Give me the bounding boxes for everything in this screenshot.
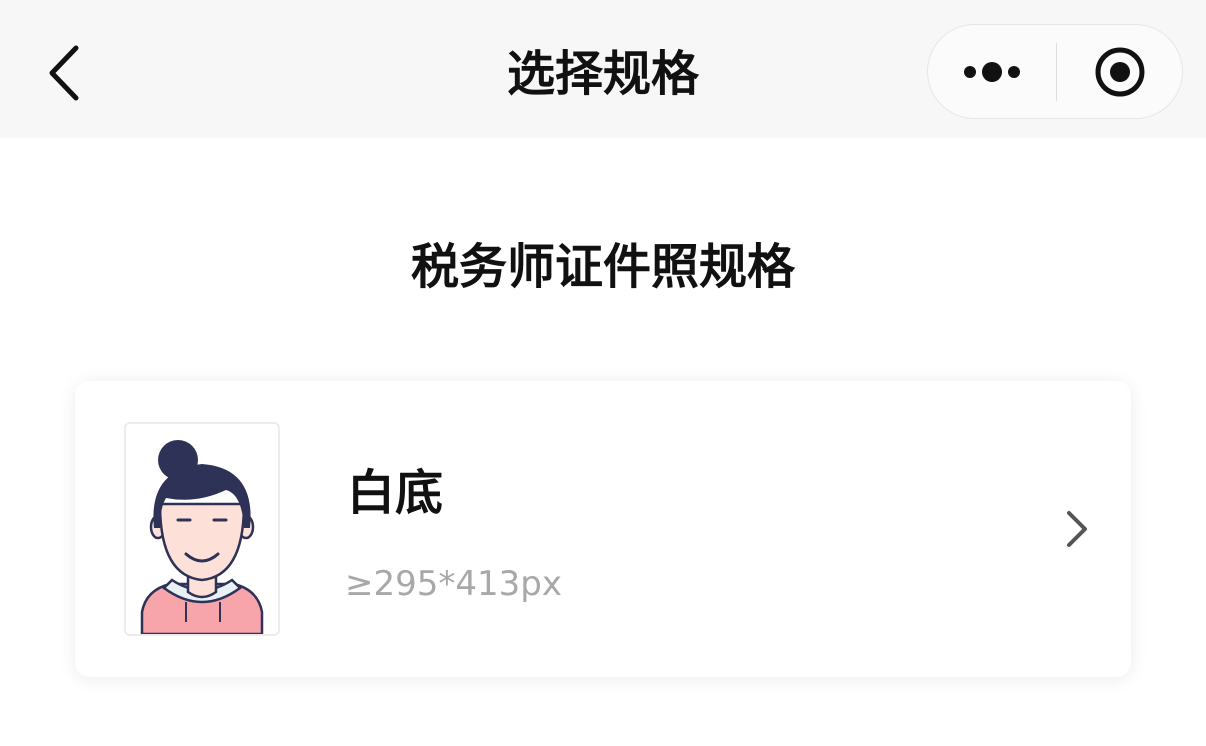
chevron-left-icon (49, 45, 79, 101)
target-circle-icon (1095, 47, 1145, 97)
navigation-bar: 选择规格 (0, 0, 1206, 138)
spec-name: 白底 (347, 465, 444, 521)
spec-size: ≥295*413px (345, 564, 562, 604)
back-button[interactable] (30, 36, 100, 110)
avatar-illustration (140, 440, 264, 634)
mini-program-capsule (927, 24, 1183, 119)
section-title: 税务师证件照规格 (410, 239, 795, 295)
close-button[interactable] (1057, 25, 1183, 118)
avatar-preview (124, 422, 280, 636)
chevron-right-icon (1067, 511, 1087, 547)
more-dots-icon (964, 62, 1020, 82)
spec-card-white-background[interactable]: 白底 ≥295*413px (75, 381, 1131, 677)
more-button[interactable] (928, 25, 1056, 118)
